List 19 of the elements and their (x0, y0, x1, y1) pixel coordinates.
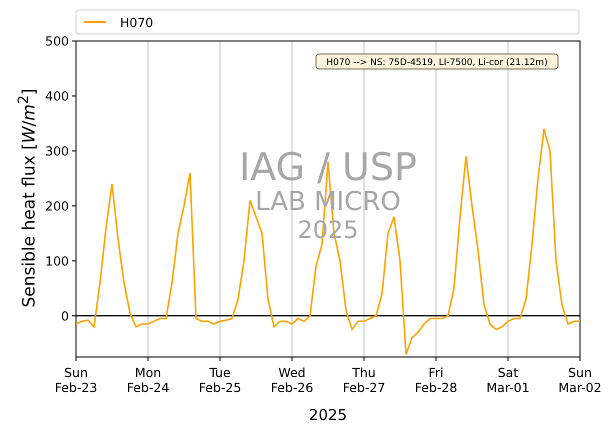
annotation-label: H070 --> NS: 75D-4519, LI-7500, Li-cor (21.12m) (316, 54, 558, 70)
x-axis-title: 2025 (308, 406, 348, 424)
x-tick-label: Tue Feb-25 (198, 365, 242, 395)
legend-label: H070 (120, 15, 154, 30)
x-tick-label: Fri Feb-28 (414, 365, 458, 395)
x-tick-label: Thu Feb-27 (342, 365, 386, 395)
y-tick-label: 200 (45, 198, 69, 214)
y-tick-label: 400 (45, 88, 69, 104)
x-tick-label: Sun Feb-23 (54, 365, 98, 395)
y-tick-label: 0 (61, 308, 69, 324)
annotation: H070 --> NS: 75D-4519, LI-7500, Li-cor (21.12m) (326, 58, 548, 68)
y-tick-label: 100 (45, 253, 69, 268)
x-tick-label: Wed Feb-26 (270, 365, 314, 395)
y-tick-label: 500 (45, 34, 69, 48)
legend: H070 (76, 10, 580, 34)
x-tick-label: Sun Mar-02 (558, 365, 602, 395)
y-tick-label: 300 (45, 143, 69, 158)
x-tick-label: Sat Mar-01 (486, 365, 530, 395)
x-tick-label: Mon Feb-24 (126, 365, 170, 395)
